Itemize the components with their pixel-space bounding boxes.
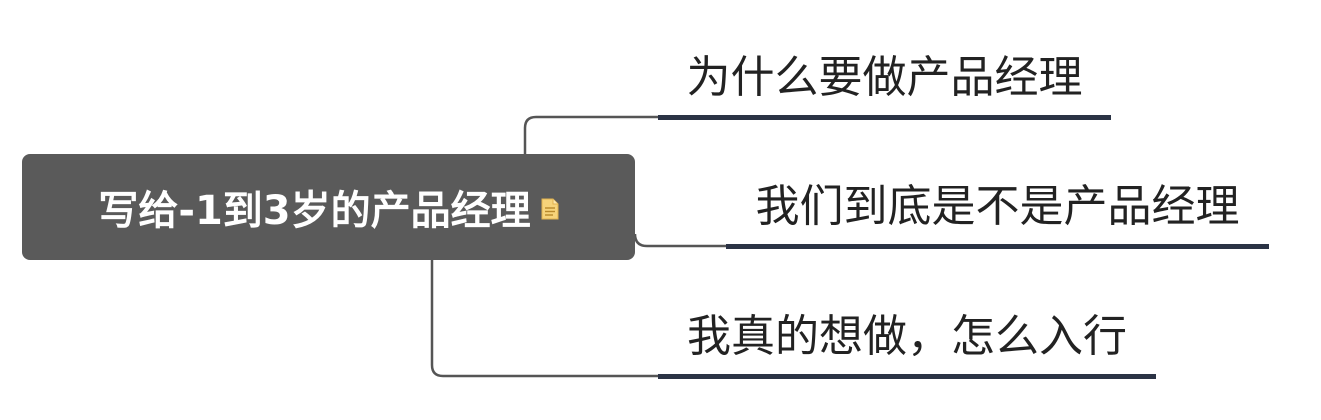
- root-topic[interactable]: 写给-1到3岁的产品经理: [22, 154, 635, 260]
- branch-topic-1-label: 为什么要做产品经理: [686, 52, 1083, 103]
- connector-branch-1: [523, 115, 660, 154]
- branch-topic-2-label: 我们到底是不是产品经理: [755, 181, 1240, 232]
- connector-branch-2: [633, 233, 728, 248]
- branch-topic-1[interactable]: 为什么要做产品经理: [658, 40, 1111, 120]
- note-icon[interactable]: [541, 198, 559, 220]
- root-topic-title: 写给-1到3岁的产品经理: [98, 188, 531, 234]
- branch-topic-3[interactable]: 我真的想做，怎么入行: [658, 300, 1156, 379]
- branch-topic-3-label: 我真的想做，怎么入行: [687, 311, 1127, 362]
- connector-branch-3: [430, 260, 660, 378]
- branch-topic-2[interactable]: 我们到底是不是产品经理: [726, 170, 1269, 249]
